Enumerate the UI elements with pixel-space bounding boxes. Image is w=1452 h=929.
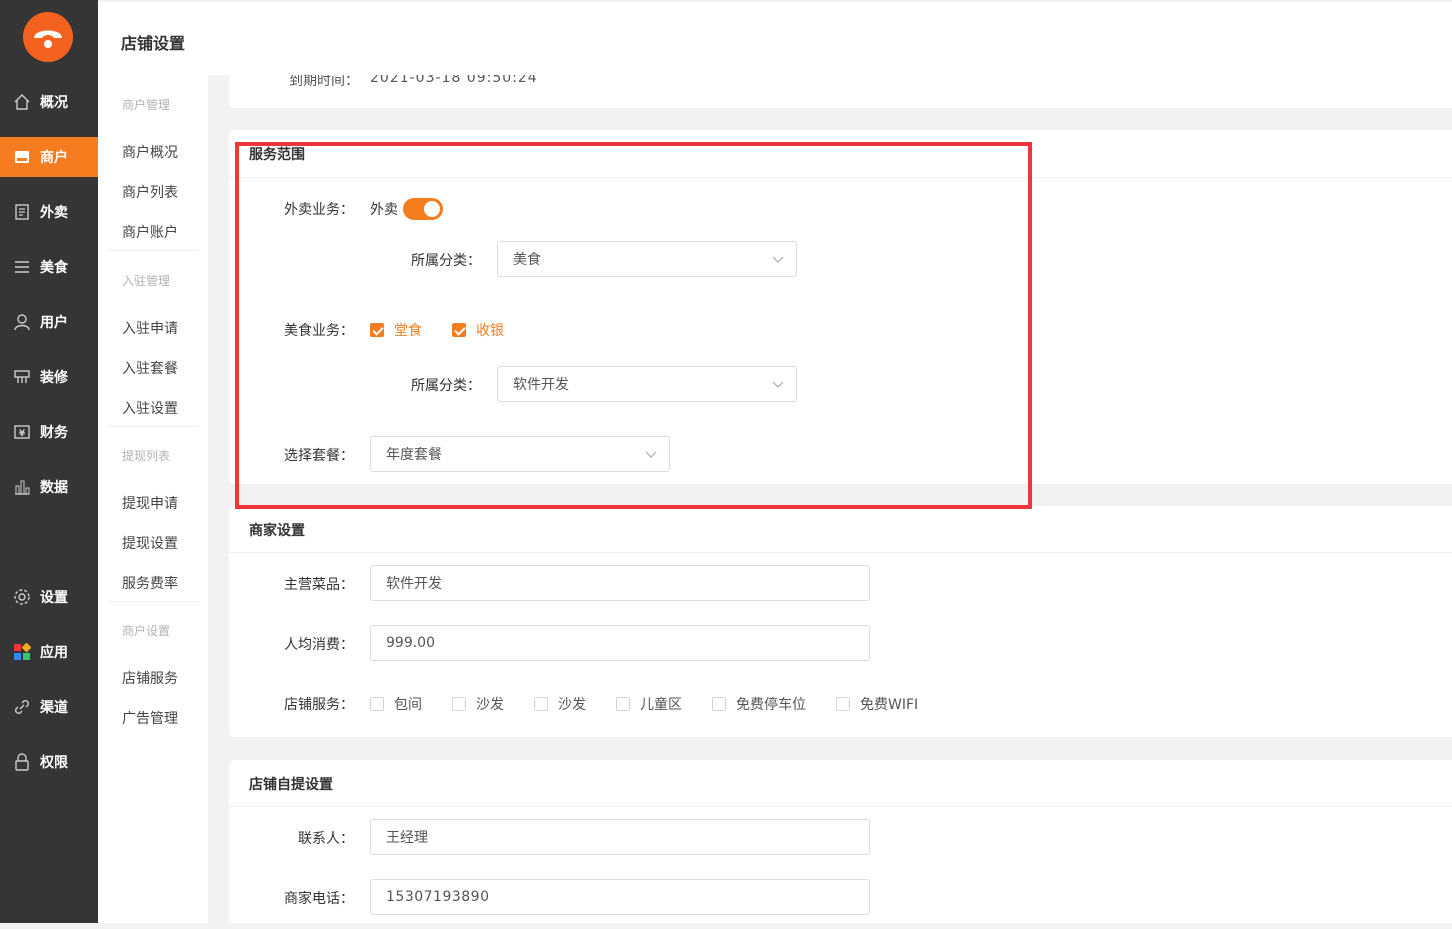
service-label: 免费停车位 [736, 697, 806, 713]
yen-wallet-icon: ¥ [12, 422, 32, 442]
nav-label: 用户 [40, 315, 68, 331]
subnav-divider [108, 250, 198, 251]
highlight-annotation [235, 142, 1032, 509]
nav-label: 外卖 [40, 205, 68, 221]
nav-item-food[interactable]: 美食 [0, 247, 98, 287]
decor-icon [12, 367, 32, 387]
subnav-group-title: 商户设置 [122, 624, 171, 638]
service-sofa-checkbox[interactable] [534, 697, 548, 711]
service-kids-area-checkbox[interactable] [616, 697, 630, 711]
pickup-settings-card: 店铺自提设置 联系人： 王经理 商家电话： 15307193890 [229, 760, 1452, 923]
nav-label: 应用 [40, 645, 68, 661]
link-icon [12, 697, 32, 717]
main-dish-input[interactable]: 软件开发 [370, 565, 870, 601]
apps-icon [12, 642, 32, 662]
shop-services-label: 店铺服务： [284, 697, 354, 713]
home-icon [12, 92, 32, 112]
nav-item-permissions[interactable]: 权限 [0, 742, 98, 782]
section-title: 店铺自提设置 [249, 777, 333, 793]
main-sidebar: 概况 商户 外卖 美食 用户 装修 ¥ 财务 数据 设置 应用 渠道 权限 [0, 0, 98, 923]
input-value: 软件开发 [386, 576, 442, 592]
menu-icon [12, 257, 32, 277]
expiry-value: 2021-03-18 09:50:24 [370, 75, 538, 86]
nav-label: 设置 [40, 590, 68, 606]
subnav-item-withdraw-settings[interactable]: 提现设置 [122, 533, 178, 553]
subnav-item-withdraw-apply[interactable]: 提现申请 [122, 493, 178, 513]
input-value: 王经理 [386, 830, 428, 846]
nav-item-settings[interactable]: 设置 [0, 577, 98, 617]
nav-item-overview[interactable]: 概况 [0, 82, 98, 122]
nav-label: 美食 [40, 260, 68, 276]
service-free-parking-checkbox[interactable] [712, 697, 726, 711]
contact-input[interactable]: 王经理 [370, 819, 870, 855]
nav-label: 渠道 [40, 700, 68, 716]
nav-item-data[interactable]: 数据 [0, 467, 98, 507]
subnav-item-merchant-overview[interactable]: 商户概况 [122, 142, 178, 162]
section-divider [229, 806, 1452, 807]
subnav-item-ads[interactable]: 广告管理 [122, 708, 178, 728]
page-header: 店铺设置 [98, 2, 1452, 75]
svg-text:¥: ¥ [19, 429, 26, 439]
service-sofa-checkbox[interactable] [452, 697, 466, 711]
subnav-item-package[interactable]: 入驻套餐 [122, 358, 178, 378]
nav-label: 概况 [40, 95, 68, 111]
nav-item-decor[interactable]: 装修 [0, 357, 98, 397]
nav-label: 财务 [40, 425, 68, 441]
subnav-item-service-rate[interactable]: 服务费率 [122, 573, 178, 593]
store-icon [12, 147, 32, 167]
nav-item-channel[interactable]: 渠道 [0, 687, 98, 727]
main-dish-label: 主营菜品： [284, 577, 354, 593]
user-icon [12, 312, 32, 332]
nav-item-users[interactable]: 用户 [0, 302, 98, 342]
service-label: 沙发 [476, 697, 504, 713]
section-divider [229, 552, 1452, 553]
input-value: 999.00 [386, 635, 435, 651]
nav-item-merchant[interactable]: 商户 [0, 137, 98, 177]
app-logo[interactable] [23, 12, 73, 62]
sub-sidebar: 商户管理 商户概况 商户列表 商户账户 入驻管理 入驻申请 入驻套餐 入驻设置 … [98, 75, 208, 923]
nav-item-finance[interactable]: ¥ 财务 [0, 412, 98, 452]
service-label: 免费WIFI [860, 697, 919, 713]
section-title: 商家设置 [249, 523, 305, 539]
subnav-group-title: 入驻管理 [122, 274, 171, 288]
subnav-item-apply-settings[interactable]: 入驻设置 [122, 398, 178, 418]
avg-spend-input[interactable]: 999.00 [370, 625, 870, 661]
lock-icon [12, 752, 32, 772]
gear-icon [12, 587, 32, 607]
contact-label: 联系人： [298, 831, 354, 847]
nav-item-takeout[interactable]: 外卖 [0, 192, 98, 232]
service-private-room-checkbox[interactable] [370, 697, 384, 711]
subnav-item-merchant-account[interactable]: 商户账户 [122, 222, 178, 242]
service-label: 儿童区 [640, 697, 682, 713]
bar-chart-icon [12, 477, 32, 497]
subnav-item-merchant-list[interactable]: 商户列表 [122, 182, 178, 202]
nav-label: 商户 [40, 150, 68, 166]
nav-label: 数据 [40, 480, 68, 496]
nav-label: 装修 [40, 370, 68, 386]
service-free-wifi-checkbox[interactable] [836, 697, 850, 711]
nav-item-apps[interactable]: 应用 [0, 632, 98, 672]
subnav-group-title: 提现列表 [122, 449, 171, 463]
document-icon [12, 202, 32, 222]
expiry-label: 到期时间： [289, 75, 359, 89]
subnav-divider [108, 601, 198, 602]
subnav-item-apply[interactable]: 入驻申请 [122, 318, 178, 338]
subnav-divider [108, 426, 198, 427]
subnav-group-title: 商户管理 [122, 98, 171, 112]
subnav-item-shop-service[interactable]: 店铺服务 [122, 668, 178, 688]
phone-label: 商家电话： [284, 891, 354, 907]
service-label: 包间 [394, 697, 422, 713]
expiry-card: 到期时间： 2021-03-18 09:50:24 [229, 75, 1452, 108]
page-title: 店铺设置 [121, 34, 186, 53]
merchant-settings-card: 商家设置 主营菜品： 软件开发 人均消费： 999.00 店铺服务： 包间 沙发… [229, 506, 1452, 737]
phone-input[interactable]: 15307193890 [370, 879, 870, 915]
avg-spend-label: 人均消费： [284, 637, 354, 653]
nav-label: 权限 [40, 755, 68, 771]
input-value: 15307193890 [386, 889, 490, 905]
logo-icon [34, 30, 62, 48]
service-label: 沙发 [558, 697, 586, 713]
